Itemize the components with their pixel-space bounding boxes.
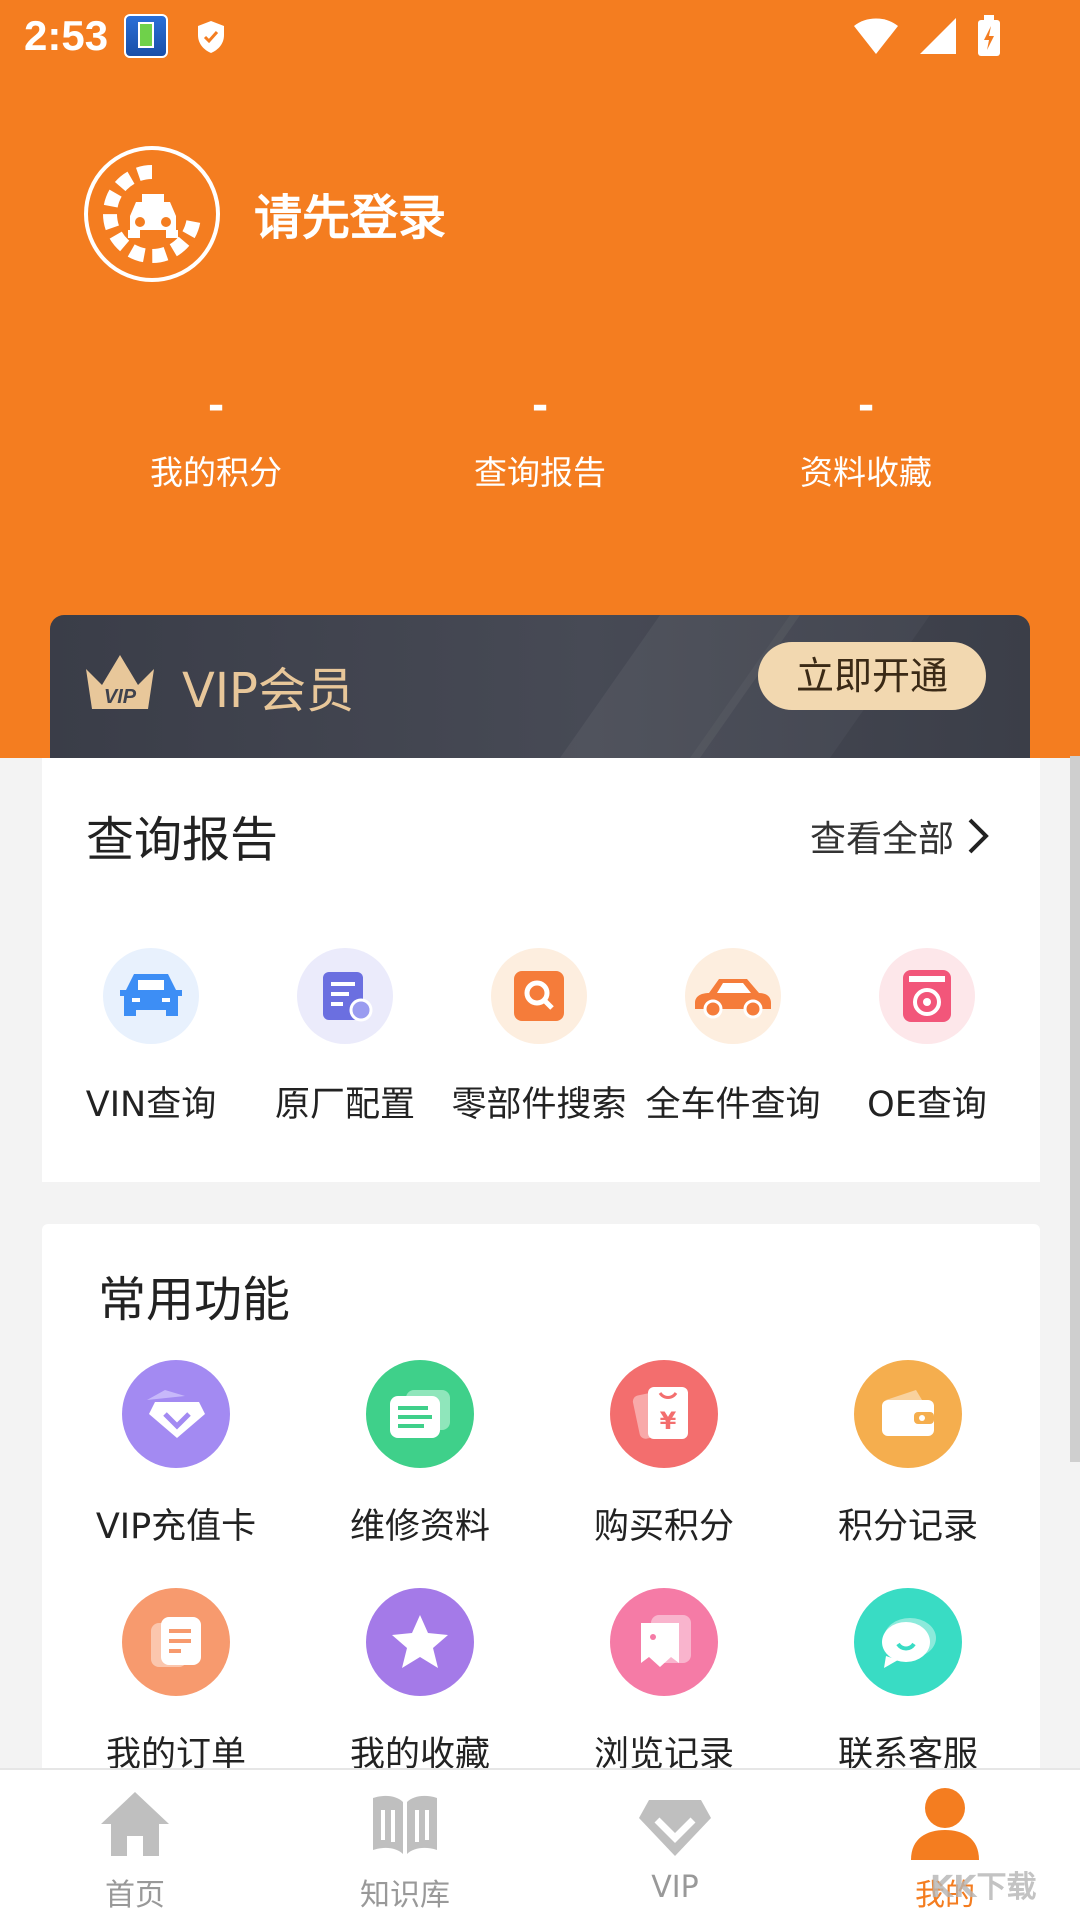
- reports-card: 查询报告 查看全部 VIN查询 原厂配置 零部件搜索 全车件查询 OE查询: [42, 758, 1040, 1182]
- svg-text:¥: ¥: [660, 1407, 677, 1435]
- nav-tab-vip[interactable]: VIP: [575, 1784, 775, 1905]
- scrollbar[interactable]: [1070, 756, 1080, 1462]
- functions-title: 常用功能: [98, 1272, 291, 1328]
- func-item-customer-service[interactable]: 联系客服: [793, 1588, 1023, 1777]
- login-prompt[interactable]: 请先登录: [254, 178, 446, 248]
- star-icon: [366, 1588, 474, 1696]
- func-item-repair-docs[interactable]: 维修资料: [305, 1360, 535, 1549]
- report-item-parts-search[interactable]: 零部件搜索: [442, 948, 636, 1127]
- stat-value: -: [207, 383, 225, 429]
- view-all-link[interactable]: 查看全部: [810, 810, 990, 862]
- vip-banner[interactable]: VIP VIP会员 立即开通: [50, 615, 1030, 758]
- home-icon: [101, 1792, 169, 1856]
- stat-reports[interactable]: - 查询报告: [390, 380, 690, 494]
- crown-icon: VIP: [86, 655, 154, 709]
- search-box-icon: [491, 948, 587, 1044]
- car-front-icon: [103, 948, 199, 1044]
- func-item-history[interactable]: 浏览记录: [549, 1588, 779, 1777]
- report-item-oe[interactable]: OE查询: [830, 948, 1024, 1127]
- functions-card: 常用功能 VIP充值卡 维修资料 ¥ 购买积分 积分记录 我的订单 我的收藏 浏…: [42, 1224, 1040, 1775]
- report-label: 全车件查询: [645, 1085, 821, 1125]
- report-label: VIN查询: [85, 1085, 217, 1125]
- nav-label: 知识库: [360, 1878, 450, 1913]
- wallet-icon: [854, 1360, 962, 1468]
- report-label: 原厂配置: [274, 1085, 415, 1125]
- vip-diamond-icon: [639, 1800, 711, 1856]
- func-label: 维修资料: [349, 1507, 490, 1547]
- func-item-buy-points[interactable]: ¥ 购买积分: [549, 1360, 779, 1549]
- car-side-icon: [685, 948, 781, 1044]
- func-item-points-record[interactable]: 积分记录: [793, 1360, 1023, 1549]
- avatar[interactable]: [84, 146, 220, 282]
- stat-label: 查询报告: [474, 453, 606, 492]
- report-label: OE查询: [867, 1085, 987, 1125]
- func-label: 积分记录: [837, 1507, 978, 1547]
- shield-icon: [198, 21, 224, 53]
- bottom-nav: 首页 知识库 VIP 我的: [0, 1768, 1080, 1922]
- status-time: 2:53: [24, 12, 109, 59]
- stat-value: -: [857, 383, 875, 429]
- washer-icon: [879, 948, 975, 1044]
- nav-label: VIP: [651, 1870, 699, 1905]
- stat-points[interactable]: - 我的积分: [66, 380, 366, 494]
- stat-value: -: [531, 383, 549, 429]
- book-icon: [373, 1795, 437, 1854]
- nav-tab-knowledge[interactable]: 知识库: [305, 1784, 505, 1914]
- wifi-icon: [854, 18, 898, 54]
- crown-text: VIP: [104, 686, 137, 708]
- repair-doc-icon: [366, 1360, 474, 1468]
- func-item-orders[interactable]: 我的订单: [61, 1588, 291, 1777]
- yen-icon: ¥: [610, 1360, 718, 1468]
- func-label: 购买积分: [593, 1507, 734, 1547]
- report-item-config[interactable]: 原厂配置: [248, 948, 442, 1127]
- signal-icon: [920, 18, 956, 54]
- vip-open-button[interactable]: 立即开通: [758, 642, 986, 710]
- person-icon: [911, 1788, 979, 1860]
- report-item-vin[interactable]: VIN查询: [54, 948, 248, 1127]
- chat-icon: [854, 1588, 962, 1696]
- func-item-favorites[interactable]: 我的收藏: [305, 1588, 535, 1777]
- history-icon: [610, 1588, 718, 1696]
- func-label: VIP充值卡: [95, 1507, 257, 1547]
- nav-tab-home[interactable]: 首页: [35, 1784, 235, 1914]
- stat-label: 我的积分: [150, 453, 282, 492]
- battery-app-icon: [124, 14, 168, 58]
- stat-label: 资料收藏: [800, 453, 932, 492]
- reports-title: 查询报告: [86, 812, 279, 868]
- nav-label: 首页: [105, 1878, 165, 1913]
- report-item-full-car[interactable]: 全车件查询: [636, 948, 830, 1127]
- func-item-vip-card[interactable]: VIP充值卡: [61, 1360, 291, 1549]
- vip-label: VIP会员: [182, 663, 354, 719]
- profile-header: 2:53 请先登录 - 我的积分 - 查询报告 - 资料收藏 VIP VIP会员…: [0, 0, 1080, 758]
- stat-favorites[interactable]: - 资料收藏: [716, 380, 1016, 494]
- watermark: KK下载: [930, 1870, 1037, 1905]
- report-label: 零部件搜索: [451, 1085, 627, 1125]
- chevron-right-icon: [968, 818, 989, 854]
- vip-card-icon: [122, 1360, 230, 1468]
- gear-car-icon: [103, 165, 201, 263]
- view-all-label: 查看全部: [809, 819, 954, 860]
- battery-charging-icon: [978, 15, 1000, 56]
- order-icon: [122, 1588, 230, 1696]
- config-doc-icon: [297, 948, 393, 1044]
- status-bar: 2:53: [0, 0, 1080, 72]
